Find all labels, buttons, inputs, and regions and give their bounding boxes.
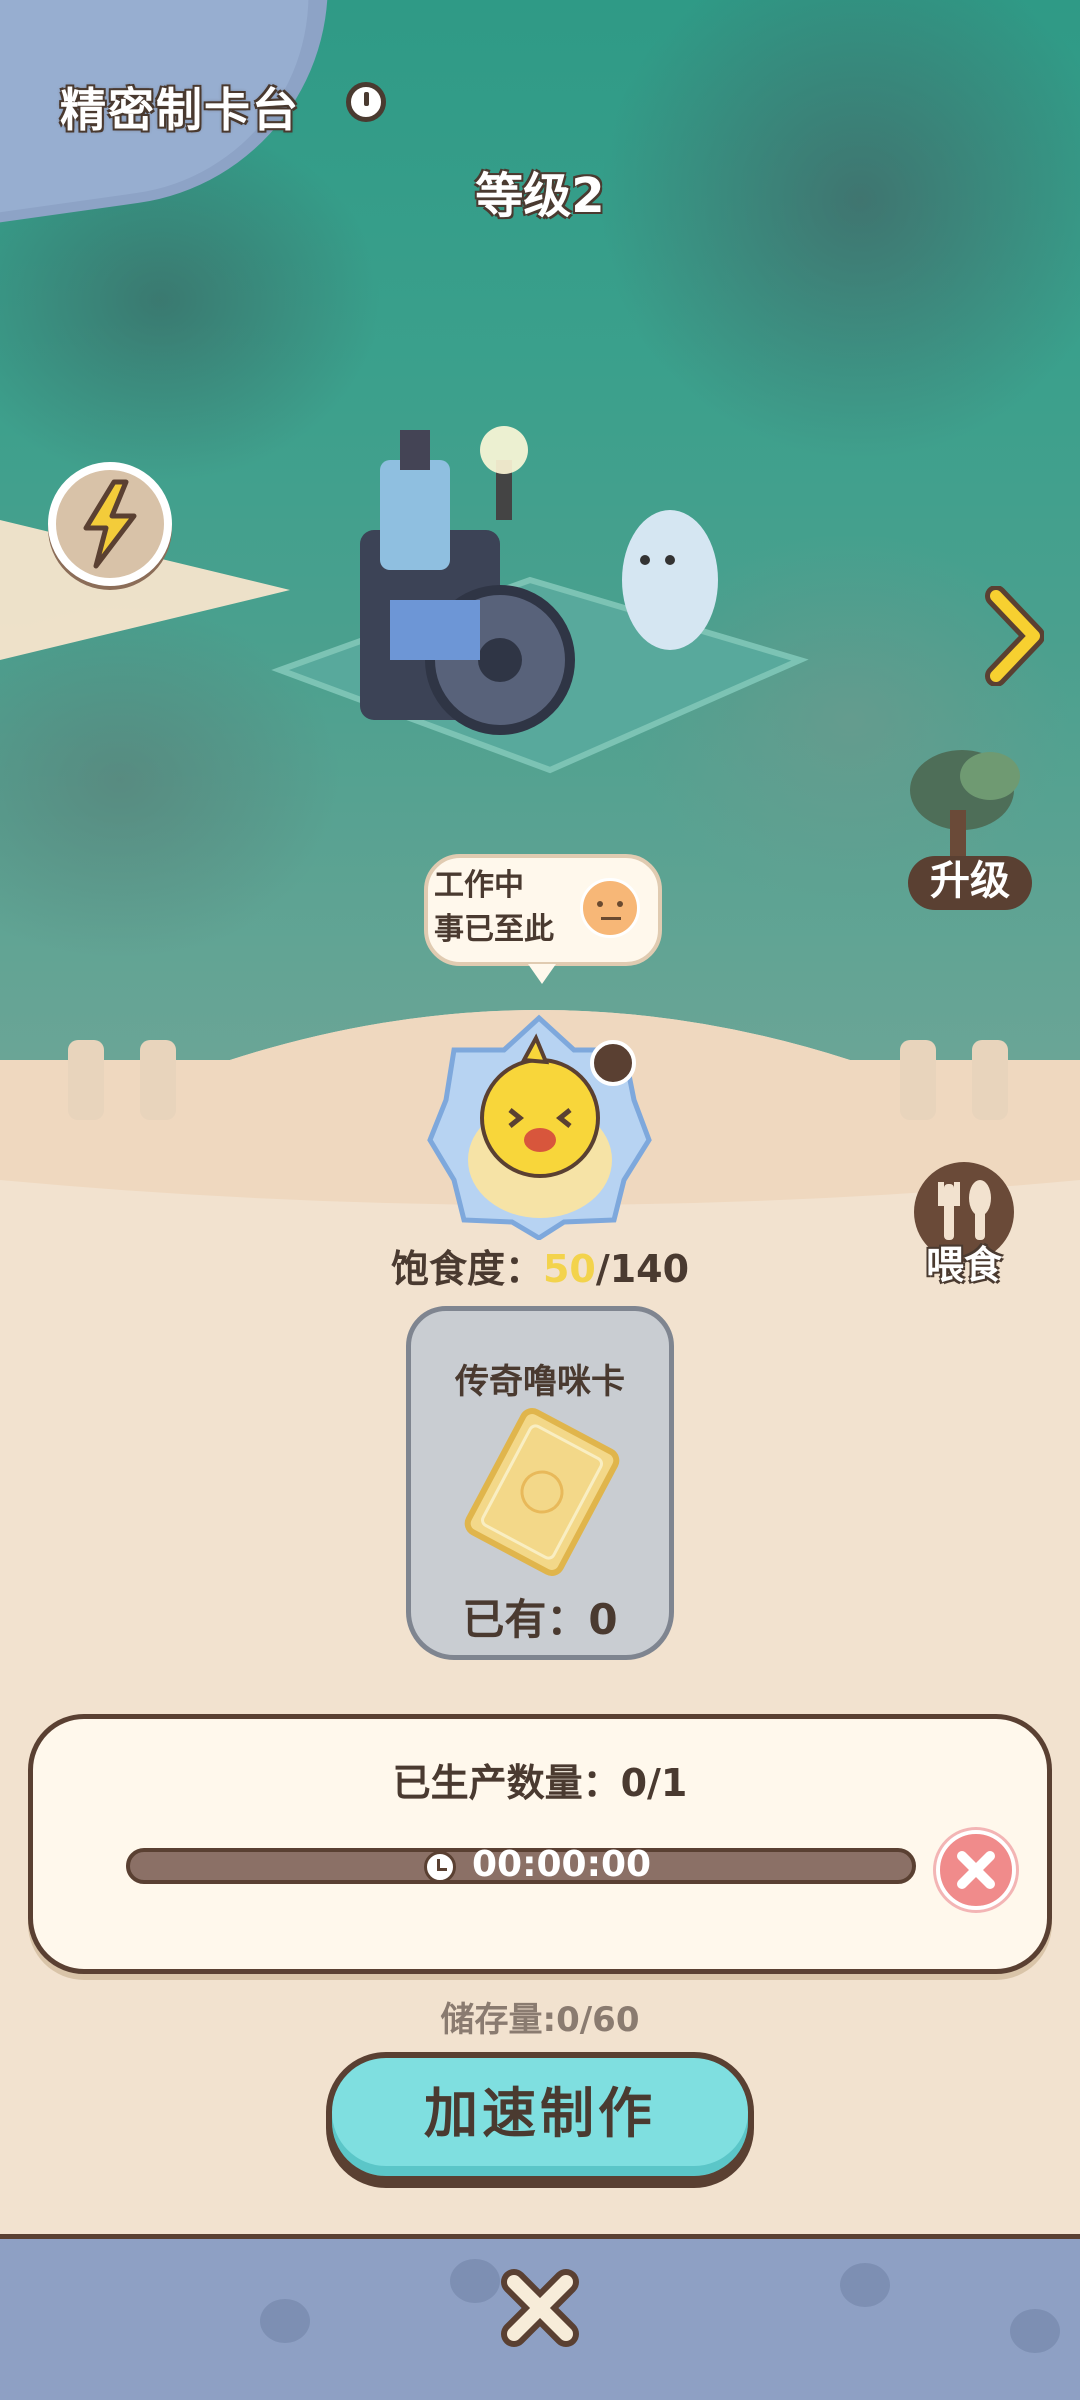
close-icon[interactable] — [494, 2262, 586, 2354]
legendary-card-image — [464, 1408, 620, 1576]
arrow-right-icon[interactable] — [984, 586, 1044, 686]
refresh-icon[interactable] — [590, 1040, 636, 1086]
clock-icon — [424, 1851, 456, 1883]
status-line-working: 工作中 — [434, 868, 524, 903]
cancel-button[interactable] — [936, 1830, 1016, 1910]
lightning-button[interactable] — [48, 462, 172, 586]
satiety-label: 饱食度： — [390, 1247, 543, 1291]
page-title: 精密制卡台 — [60, 83, 300, 137]
card-owned-count: 已有：0 — [462, 1595, 618, 1644]
satiety-current: 50 — [542, 1247, 596, 1291]
paw-decoration — [1010, 2309, 1060, 2353]
fence-post — [900, 1040, 936, 1120]
paw-decoration — [450, 2259, 500, 2303]
produced-count: 已生产数量：0/1 — [392, 1761, 688, 1805]
workshop-machine[interactable] — [270, 410, 830, 810]
mood-face-icon — [580, 878, 640, 938]
status-line-mood: 事已至此 — [434, 912, 554, 947]
feed-label: 喂食 — [925, 1243, 1002, 1287]
info-icon[interactable] — [346, 82, 386, 122]
upgrade-button[interactable]: 升级 — [908, 856, 1032, 910]
close-icon — [957, 1851, 995, 1889]
speed-up-button[interactable]: 加速制作 — [326, 2052, 754, 2182]
fence-post — [68, 1040, 104, 1120]
production-time: 00:00:00 — [472, 1844, 652, 1885]
paw-decoration — [260, 2299, 310, 2343]
level-label: 等级2 — [475, 168, 605, 224]
status-text: 工作中 事已至此 — [434, 864, 574, 952]
fence-post — [140, 1040, 176, 1120]
satiety-max: /140 — [595, 1247, 690, 1291]
card-name: 传奇噜咪卡 — [455, 1362, 625, 1402]
paw-decoration — [840, 2263, 890, 2307]
storage-label: 储存量:0/60 — [440, 2000, 640, 2040]
fence-post — [972, 1040, 1008, 1120]
lightning-icon — [83, 479, 137, 569]
